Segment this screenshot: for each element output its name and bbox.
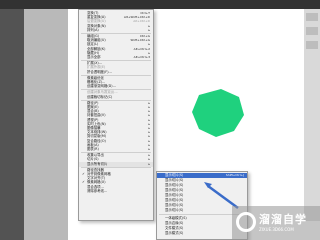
watermark-title: 溜溜自学 bbox=[259, 213, 307, 226]
menu-item-label: 清除参考线... bbox=[87, 188, 108, 193]
watermark: 溜溜自学 ZIXUE.3D66.COM bbox=[232, 206, 320, 240]
menu-item-label: 显示切片(S) bbox=[165, 208, 184, 212]
menu-item[interactable]: 清除参考线... bbox=[79, 189, 153, 194]
watermark-logo-icon bbox=[236, 212, 256, 232]
tool-strip bbox=[24, 9, 68, 240]
object-menu: 变换(T) Ctrl+T 重复变换(A) Alt+Shift+Ctrl+D 后退变换(U… bbox=[78, 9, 154, 221]
left-panel bbox=[0, 9, 24, 240]
menu-bar bbox=[0, 0, 320, 9]
watermark-subtitle: ZIXUE.3D66.COM bbox=[259, 227, 294, 232]
menu-item-label: 显示模式(S) bbox=[165, 231, 184, 235]
vertical-ruler bbox=[304, 9, 320, 221]
